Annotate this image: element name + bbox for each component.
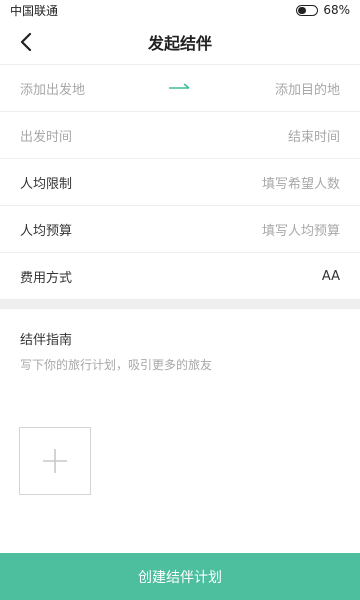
end-time-field[interactable]: 结束时间	[288, 126, 340, 145]
chevron-left-icon	[20, 33, 32, 51]
route-row: 添加出发地 添加目的地	[0, 64, 360, 111]
start-time-field[interactable]: 出发时间	[20, 126, 72, 145]
destination-field[interactable]: 添加目的地	[275, 79, 340, 98]
back-button[interactable]	[12, 28, 40, 56]
payment-method-row[interactable]: 费用方式 AA	[0, 252, 360, 299]
section-divider	[0, 299, 360, 309]
guide-input[interactable]: 写下你的旅行计划，吸引更多的旅友	[20, 356, 340, 373]
page-title: 发起结伴	[147, 34, 212, 53]
battery-icon	[296, 4, 319, 16]
budget-row[interactable]: 人均预算 填写人均预算	[0, 205, 360, 252]
status-right: 68%	[296, 3, 350, 17]
people-limit-row[interactable]: 人均限制 填写希望人数	[0, 158, 360, 205]
carrier-label: 中国联通	[10, 3, 59, 18]
origin-field[interactable]: 添加出发地	[20, 79, 85, 98]
payment-method-value[interactable]: AA	[322, 269, 340, 284]
nav-bar: 发起结伴	[0, 20, 360, 64]
guide-title: 结伴指南	[20, 333, 73, 348]
people-limit-input[interactable]: 填写希望人数	[262, 173, 340, 192]
guide-section: 结伴指南 写下你的旅行计划，吸引更多的旅友	[0, 309, 360, 373]
status-bar: 中国联通 68%	[0, 0, 360, 20]
payment-method-label: 费用方式	[20, 270, 73, 286]
people-limit-label: 人均限制	[20, 176, 73, 192]
create-plan-button[interactable]: 创建结伴计划	[0, 553, 360, 600]
budget-label: 人均预算	[20, 223, 73, 239]
plus-icon	[43, 449, 67, 473]
budget-input[interactable]: 填写人均预算	[262, 220, 340, 239]
time-row: 出发时间 结束时间	[0, 111, 360, 158]
battery-percent: 68%	[323, 3, 350, 17]
arrow-right-icon	[165, 83, 195, 93]
add-photo-button[interactable]	[19, 427, 91, 495]
